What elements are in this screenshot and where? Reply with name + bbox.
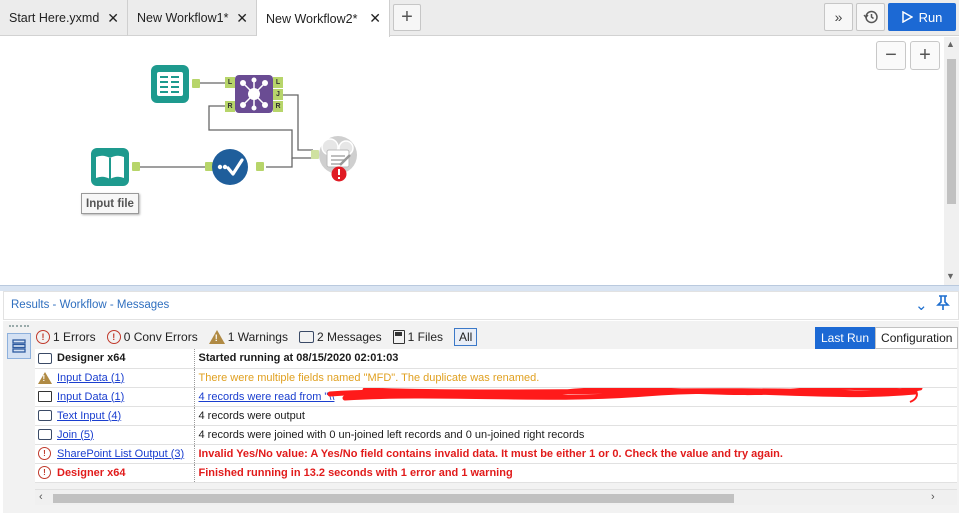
connection-select-to-join (266, 158, 293, 168)
results-horizontal-scrollbar[interactable]: ‹ › (35, 489, 957, 505)
join-icon (235, 75, 273, 113)
row-source-link[interactable]: Input Data (1) (57, 391, 124, 403)
filter-label: 1 Errors (53, 330, 96, 344)
redaction-scribble (327, 387, 922, 403)
error-icon: ! (38, 447, 51, 460)
table-row[interactable]: Input Data (1) There were multiple field… (35, 368, 957, 388)
output-anchor[interactable] (132, 162, 140, 171)
messages-table: Designer x64 Started running at 08/15/20… (35, 349, 957, 483)
filter-label: 2 Messages (316, 330, 382, 344)
scroll-thumb[interactable] (53, 494, 734, 503)
results-header: Results - Workflow - Messages ⌄ (3, 291, 959, 320)
book-icon (91, 148, 129, 186)
error-icon: ! (36, 330, 50, 344)
panel-grip[interactable] (9, 325, 29, 328)
join-left-output-anchor[interactable]: L (273, 77, 283, 88)
filter-warnings[interactable]: 1 Warnings (208, 330, 288, 344)
table-row[interactable]: Designer x64 Started running at 08/15/20… (35, 349, 957, 369)
table-row[interactable]: Join (5) 4 records were joined with 0 un… (35, 425, 957, 445)
row-source-link[interactable]: Join (5) (57, 429, 94, 441)
input-data-tool[interactable] (91, 148, 140, 189)
row-message: There were multiple fields named "MFD". … (198, 371, 540, 384)
filter-all[interactable]: All (454, 328, 478, 346)
tab-configuration[interactable]: Configuration (875, 327, 959, 349)
message-icon (37, 429, 52, 440)
table-row[interactable]: Text Input (4) 4 records were output (35, 406, 957, 426)
error-icon: ! (38, 466, 51, 479)
output-anchor[interactable] (192, 79, 200, 88)
list-layout-icon (12, 339, 26, 353)
filter-files[interactable]: 1 Files (392, 330, 444, 344)
row-source-link[interactable]: Text Input (4) (57, 410, 121, 422)
results-panel: ! 1 Errors ! 0 Conv Errors 1 Warnings 2 … (3, 321, 959, 513)
row-message: 4 records were output (198, 409, 305, 422)
message-icon (37, 352, 52, 364)
filter-label: 0 Conv Errors (123, 330, 198, 344)
workflow-connections (140, 82, 313, 168)
row-source: Designer x64 (57, 352, 126, 365)
filter-label: 1 Warnings (227, 330, 288, 344)
join-join-output-anchor[interactable]: J (273, 89, 283, 100)
row-message-link[interactable]: 4 records were read from "\\ (199, 391, 335, 403)
error-icon: ! (106, 330, 121, 344)
table-row[interactable]: ! Designer x64 Finished running in 13.2 s… (35, 463, 957, 483)
results-view-tabs: Last Run Configuration (815, 327, 959, 349)
message-icon (37, 410, 52, 421)
scroll-left-icon[interactable]: ‹ (39, 491, 43, 503)
filter-label: 1 Files (407, 330, 444, 344)
select-icon (212, 149, 248, 185)
text-input-tool[interactable] (151, 65, 200, 106)
tab-last-run[interactable]: Last Run (815, 327, 876, 349)
warning-icon (37, 371, 52, 384)
layout-toggle-button[interactable] (7, 333, 31, 359)
folder-icon (37, 391, 52, 402)
filter-conv-errors[interactable]: ! 0 Conv Errors (106, 330, 198, 344)
message-filters: ! 1 Errors ! 0 Conv Errors 1 Warnings 2 … (36, 327, 478, 347)
warning-icon (208, 330, 225, 344)
row-source-link[interactable]: SharePoint List Output (3) (57, 448, 184, 460)
join-left-input-anchor[interactable]: L (225, 77, 235, 88)
filter-errors[interactable]: ! 1 Errors (36, 330, 96, 344)
filter-messages[interactable]: 2 Messages (298, 330, 382, 344)
row-source: Designer x64 (57, 466, 126, 479)
row-message: 4 records were joined with 0 un-joined l… (198, 428, 585, 441)
error-badge-icon (331, 166, 347, 182)
row-message: Finished running in 13.2 seconds with 1 … (198, 466, 513, 479)
join-right-input-anchor[interactable]: R (225, 101, 235, 112)
row-message: Started running at 08/15/2020 02:01:03 (198, 352, 399, 365)
chevron-down-icon[interactable]: ⌄ (915, 296, 928, 314)
output-anchor[interactable] (256, 162, 264, 171)
text-input-icon (151, 65, 189, 103)
connection-join-to-output (283, 94, 313, 151)
input-file-annotation[interactable]: Input file (81, 193, 139, 214)
join-right-output-anchor[interactable]: R (273, 101, 283, 112)
row-source-link[interactable]: Input Data (1) (57, 372, 124, 384)
results-title: Results - Workflow - Messages (11, 299, 170, 311)
table-row[interactable]: ! SharePoint List Output (3) Invalid Yes/… (35, 444, 957, 464)
table-row[interactable]: Input Data (1) 4 records were read from … (35, 387, 957, 407)
row-message: Invalid Yes/No value: A Yes/No field con… (198, 447, 783, 460)
scroll-right-icon[interactable]: › (931, 491, 935, 503)
message-icon (298, 331, 314, 343)
file-icon (392, 330, 405, 344)
pin-icon[interactable] (936, 295, 950, 311)
